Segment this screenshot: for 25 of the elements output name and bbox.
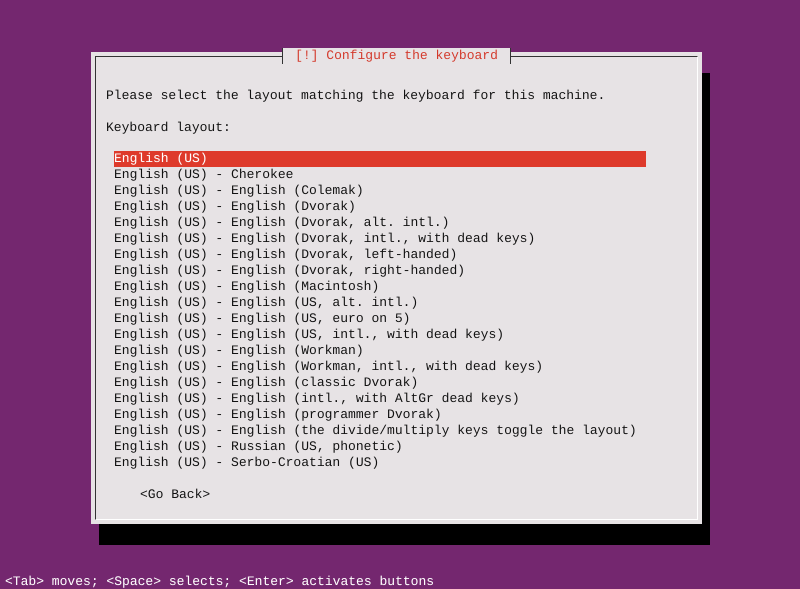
go-back-button[interactable]: <Go Back> xyxy=(140,487,210,503)
layout-option[interactable]: English (US) - English (intl., with AltGr dead keys) xyxy=(114,391,646,407)
layout-option[interactable]: English (US) - English (Colemak) xyxy=(114,183,646,199)
layout-option[interactable]: English (US) - English (Workman, intl., with dead keys) xyxy=(114,359,646,375)
list-label: Keyboard layout: xyxy=(106,120,232,136)
layout-option[interactable]: English (US) - English (Dvorak) xyxy=(114,199,646,215)
layout-option[interactable]: English (US) - English (US, intl., with dead keys) xyxy=(114,327,646,343)
layout-option[interactable]: English (US) - Cherokee xyxy=(114,167,646,183)
layout-option[interactable]: English (US) - English (Dvorak, intl., with dead keys) xyxy=(114,231,646,247)
layout-option[interactable]: English (US) - Serbo-Croatian (US) xyxy=(114,455,646,471)
prompt-text: Please select the layout matching the keyboard for this machine. xyxy=(106,88,606,104)
layout-option[interactable]: English (US) - English (programmer Dvorak) xyxy=(114,407,646,423)
layout-option[interactable]: English (US) - English (Macintosh) xyxy=(114,279,646,295)
layout-option[interactable]: English (US) - English (US, euro on 5) xyxy=(114,311,646,327)
layout-option[interactable]: English (US) - Russian (US, phonetic) xyxy=(114,439,646,455)
layout-option[interactable]: English (US) - English (classic Dvorak) xyxy=(114,375,646,391)
layout-option[interactable]: English (US) - English (Dvorak, alt. intl.) xyxy=(114,215,646,231)
layout-option[interactable]: English (US) - English (US, alt. intl.) xyxy=(114,295,646,311)
layout-option[interactable]: English (US) - English (Dvorak, left-handed) xyxy=(114,247,646,263)
layout-option[interactable]: English (US) - English (Workman) xyxy=(114,343,646,359)
layout-option[interactable]: English (US) - English (the divide/multiply keys toggle the layout) xyxy=(114,423,646,439)
layout-option[interactable]: English (US) - English (Dvorak, right-handed) xyxy=(114,263,646,279)
status-bar-hint: <Tab> moves; <Space> selects; <Enter> activates buttons xyxy=(5,574,434,589)
dialog-title: [!] Configure the keyboard xyxy=(282,48,511,64)
layout-option[interactable]: English (US) xyxy=(114,151,646,167)
